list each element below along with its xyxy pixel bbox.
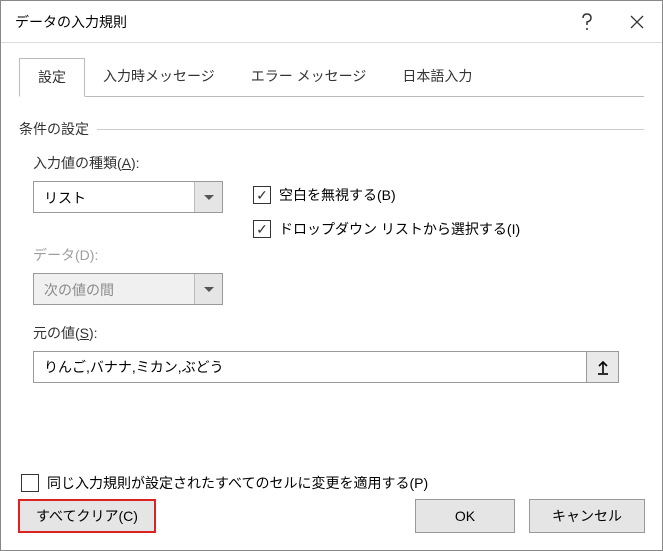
window-title: データの入力規則	[15, 12, 562, 32]
in-cell-dropdown-checkbox[interactable]: ドロップダウン リストから選択する(I)	[253, 219, 520, 239]
allow-label: 入力値の種類(A):	[33, 155, 140, 171]
data-select: 次の値の間	[33, 273, 223, 305]
apply-all-checkbox[interactable]: 同じ入力規則が設定されたすべてのセルに変更を適用する(P)	[21, 473, 428, 493]
data-label: データ(D):	[33, 247, 98, 263]
in-cell-dropdown-label: ドロップダウン リストから選択する(I)	[279, 219, 520, 239]
tab-bar: 設定 入力時メッセージ エラー メッセージ 日本語入力	[19, 57, 644, 97]
ok-button[interactable]: OK	[415, 499, 515, 533]
data-value: 次の値の間	[34, 274, 194, 304]
cancel-button[interactable]: キャンセル	[529, 499, 645, 533]
button-bar: すべてクリア(C) OK キャンセル	[18, 499, 645, 533]
collapse-dialog-button[interactable]	[587, 351, 619, 383]
help-icon	[580, 13, 594, 31]
tab-ime-mode[interactable]: 日本語入力	[384, 58, 490, 97]
close-icon	[630, 15, 644, 29]
tab-settings[interactable]: 設定	[19, 58, 85, 97]
divider	[97, 129, 644, 130]
titlebar: データの入力規則	[1, 1, 662, 43]
checkbox-icon	[21, 474, 39, 492]
criteria-legend: 条件の設定	[19, 119, 89, 139]
ignore-blank-checkbox[interactable]: 空白を無視する(B)	[253, 185, 520, 205]
allow-value: リスト	[34, 182, 194, 212]
checkbox-icon	[253, 220, 271, 238]
apply-all-label: 同じ入力規則が設定されたすべてのセルに変更を適用する(P)	[47, 473, 428, 493]
help-button[interactable]	[562, 1, 612, 43]
checkbox-icon	[253, 186, 271, 204]
tab-input-message[interactable]: 入力時メッセージ	[85, 58, 233, 97]
data-dropdown-button	[194, 274, 222, 304]
source-input[interactable]	[33, 351, 587, 383]
allow-dropdown-button[interactable]	[194, 182, 222, 212]
ignore-blank-label: 空白を無視する(B)	[279, 185, 396, 205]
clear-all-button[interactable]: すべてクリア(C)	[18, 499, 156, 533]
allow-select[interactable]: リスト	[33, 181, 223, 213]
criteria-group: 条件の設定 入力値の種類(A): リスト 空白を無視する(B) ドロップダウン …	[19, 119, 644, 493]
close-button[interactable]	[612, 1, 662, 43]
tab-error-alert[interactable]: エラー メッセージ	[233, 58, 385, 97]
collapse-icon	[596, 359, 610, 375]
source-label: 元の値(S):	[33, 325, 98, 341]
dialog-content: 設定 入力時メッセージ エラー メッセージ 日本語入力 条件の設定 入力値の種類…	[1, 43, 662, 511]
chevron-down-icon	[204, 195, 214, 200]
chevron-down-icon	[204, 287, 214, 292]
